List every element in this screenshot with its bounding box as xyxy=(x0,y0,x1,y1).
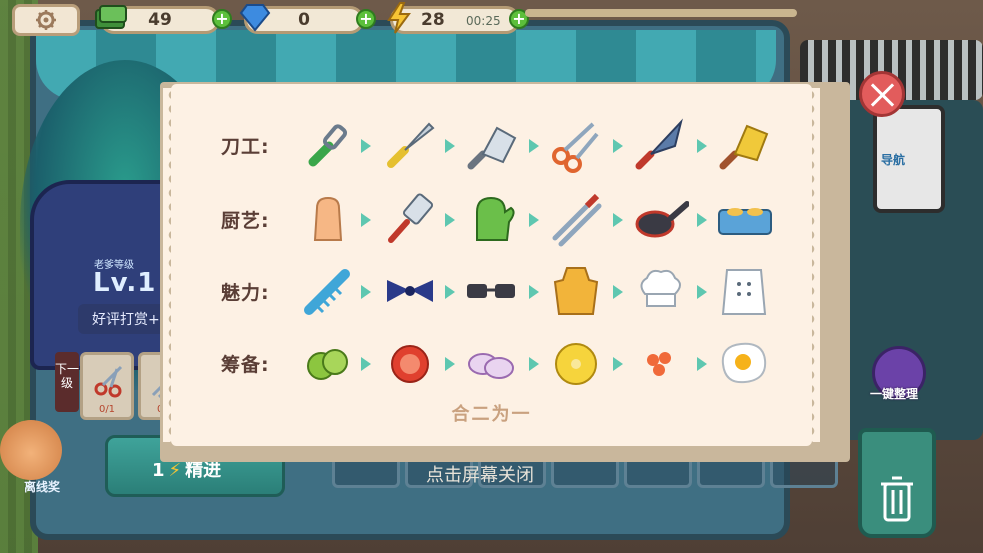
close-icon[interactable] xyxy=(859,71,905,117)
refine-cost: 1 xyxy=(152,460,165,481)
map-label: 导航 xyxy=(881,153,906,167)
roe-icon xyxy=(647,352,671,376)
tomato-slice-icon xyxy=(391,345,429,383)
cash-value: 49 xyxy=(148,10,172,30)
scissors-icon xyxy=(94,365,123,398)
arrow-right-icon xyxy=(445,213,455,227)
row-knife-skill: 刀工: xyxy=(175,110,808,180)
arrow-right-icon xyxy=(613,357,623,371)
peeler-icon xyxy=(308,124,348,167)
cash-stack-icon xyxy=(95,5,127,29)
arrow-right-icon xyxy=(361,357,371,371)
row-label: 魅力: xyxy=(221,282,270,304)
arrow-right-icon xyxy=(613,285,623,299)
row-label: 刀工: xyxy=(221,136,270,158)
arrow-right-icon xyxy=(529,139,539,153)
lightning-icon xyxy=(387,2,411,34)
arrow-right-icon xyxy=(361,139,371,153)
row-label: 筹备: xyxy=(221,354,270,376)
frying-pan-icon xyxy=(635,201,689,238)
arrow-right-icon xyxy=(361,213,371,227)
arrow-right-icon xyxy=(697,357,707,371)
spatula-icon xyxy=(388,193,434,243)
energy-timer: 00:25 xyxy=(466,14,501,28)
glasses-icon xyxy=(467,284,515,298)
fried-egg-icon xyxy=(721,342,767,384)
arrow-right-icon xyxy=(697,285,707,299)
arrow-right-icon xyxy=(361,285,371,299)
gas-stove-icon xyxy=(718,208,772,235)
arrow-right-icon xyxy=(529,213,539,227)
top-progress-track xyxy=(525,9,797,17)
settings-button[interactable] xyxy=(12,4,80,36)
chef-jacket-icon xyxy=(721,269,767,315)
arrow-right-icon xyxy=(445,285,455,299)
row-charm: 魅力: xyxy=(175,256,808,326)
row-preparation: 筹备: xyxy=(175,328,808,398)
comb-icon xyxy=(304,269,350,315)
onion-slices-icon xyxy=(468,353,514,379)
scissors-icon xyxy=(552,122,599,173)
tap-to-close-hint: 点击屏幕关闭 xyxy=(426,465,534,486)
lightning-icon: ⚡ xyxy=(168,460,182,481)
row-cooking-skill: 厨艺: xyxy=(175,184,808,254)
golden-cleaver-icon xyxy=(719,124,769,170)
gem-value: 0 xyxy=(298,10,310,30)
add-cash-button[interactable]: + xyxy=(212,9,232,29)
refine-label: 精进 xyxy=(185,460,222,481)
arrow-right-icon xyxy=(697,213,707,227)
trash-bin-icon[interactable] xyxy=(858,428,936,538)
next-level-label: 下一级 xyxy=(55,352,79,412)
apron-icon xyxy=(553,267,599,315)
sort-label: 一键整理 xyxy=(870,387,919,401)
diamond-icon xyxy=(239,4,271,32)
arrow-right-icon xyxy=(445,357,455,371)
chef-hat-icon xyxy=(640,269,681,307)
chef-knife-icon xyxy=(635,118,683,170)
next-tool-slot-scissors[interactable]: 0/1 xyxy=(80,352,134,420)
bow-tie-icon xyxy=(387,280,433,302)
piggy-bank-icon[interactable] xyxy=(0,420,62,480)
pineapple-slice-icon xyxy=(555,343,597,385)
arrow-right-icon xyxy=(445,139,455,153)
merge-hint: 合二为一 xyxy=(451,404,532,425)
add-gems-button[interactable]: + xyxy=(356,9,376,29)
energy-value: 28 xyxy=(421,10,445,30)
arrow-right-icon xyxy=(613,213,623,227)
lime-icon xyxy=(307,349,348,380)
cleaver-icon xyxy=(467,126,517,170)
row-label: 厨艺: xyxy=(221,210,270,232)
arrow-right-icon xyxy=(697,139,707,153)
tongs-icon xyxy=(552,193,602,247)
chef-level: Lv.1 xyxy=(93,268,157,298)
arrow-right-icon xyxy=(529,357,539,371)
offline-reward-link[interactable]: 离线奖 xyxy=(24,478,60,495)
map-card[interactable]: 导航 xyxy=(873,105,945,213)
upgrade-chart-modal: 刀工: 厨艺: 魅力: 筹备: 合二为一 xyxy=(175,88,820,442)
gear-icon xyxy=(36,10,56,30)
salt-shaker-icon xyxy=(313,196,343,241)
arrow-right-icon xyxy=(613,139,623,153)
paring-knife-icon xyxy=(387,122,435,168)
arrow-right-icon xyxy=(529,285,539,299)
slot-count: 0/1 xyxy=(98,404,116,415)
oven-mitt-icon xyxy=(476,196,515,241)
top-bar: 49 + 0 + 28 00:25 + xyxy=(0,0,983,40)
